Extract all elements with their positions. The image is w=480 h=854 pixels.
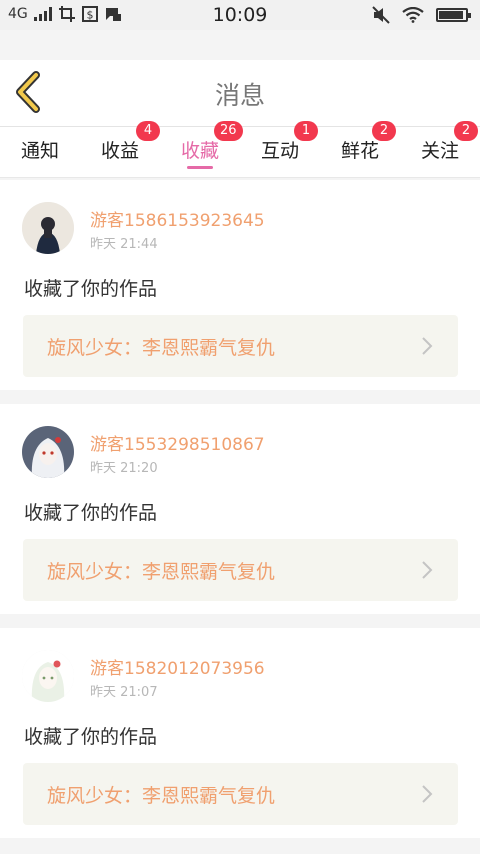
message-text: 收藏了你的作品 <box>24 502 158 524</box>
tab-label: 收益 <box>100 140 139 162</box>
tab-badge: 4 <box>136 121 160 141</box>
message-time: 昨天 21:07 <box>90 685 158 700</box>
tab-earnings[interactable]: 收益 4 <box>80 121 160 177</box>
status-right-icons <box>372 6 471 24</box>
tab-label: 鲜花 <box>340 140 379 162</box>
tab-badge: 2 <box>454 121 478 141</box>
message-card: 游客1586153923645 昨天 21:44 收藏了你的作品 旋风少女：李恩… <box>0 180 480 390</box>
work-title: 旋风少女：李恩熙霸气复仇 <box>47 561 276 583</box>
chevron-right-icon <box>422 785 433 803</box>
message-card: 游客1582012073956 昨天 21:07 收藏了你的作品 旋风少女：李恩… <box>0 628 480 838</box>
chevron-right-icon <box>422 337 433 355</box>
message-text: 收藏了你的作品 <box>24 726 158 748</box>
tab-favorites[interactable]: 收藏 26 <box>160 121 243 177</box>
tab-label: 收藏 <box>180 140 219 162</box>
user-name[interactable]: 游客1586153923645 <box>90 206 265 231</box>
message-text: 收藏了你的作品 <box>24 278 158 300</box>
chevron-right-icon <box>422 561 433 579</box>
tab-badge: 26 <box>214 121 243 141</box>
work-link[interactable]: 旋风少女：李恩熙霸气复仇 <box>23 763 458 825</box>
tab-label: 互动 <box>260 140 299 162</box>
page-title: 消息 <box>214 81 265 110</box>
tab-follow[interactable]: 关注 2 <box>400 121 480 177</box>
work-title: 旋风少女：李恩熙霸气复仇 <box>47 337 276 359</box>
message-card: 游客1553298510867 昨天 21:20 收藏了你的作品 旋风少女：李恩… <box>0 404 480 614</box>
work-link[interactable]: 旋风少女：李恩熙霸气复仇 <box>23 539 458 601</box>
tab-label: 通知 <box>20 140 59 162</box>
avatar[interactable] <box>22 202 74 254</box>
tab-badge: 1 <box>294 121 318 141</box>
app-header: 消息 <box>0 60 480 126</box>
work-title: 旋风少女：李恩熙霸气复仇 <box>47 785 276 807</box>
tab-flowers[interactable]: 鲜花 2 <box>320 121 400 177</box>
user-name[interactable]: 游客1582012073956 <box>90 654 265 679</box>
wifi-icon <box>402 7 424 23</box>
tab-bar: 通知 收益 4 收藏 26 互动 1 鲜花 2 关注 2 <box>0 121 480 178</box>
tab-notice[interactable]: 通知 <box>0 127 80 177</box>
tab-interaction[interactable]: 互动 1 <box>240 121 320 177</box>
battery-icon <box>436 8 471 22</box>
avatar[interactable] <box>22 426 74 478</box>
message-time: 昨天 21:20 <box>90 461 158 476</box>
status-bar: 4G $ 10:09 <box>0 0 480 30</box>
user-name[interactable]: 游客1553298510867 <box>90 430 265 455</box>
avatar[interactable] <box>22 650 74 702</box>
tab-label: 关注 <box>420 140 459 162</box>
message-time: 昨天 21:44 <box>90 237 158 252</box>
work-link[interactable]: 旋风少女：李恩熙霸气复仇 <box>23 315 458 377</box>
mute-icon <box>372 6 390 24</box>
active-tab-indicator <box>187 166 213 169</box>
tab-badge: 2 <box>372 121 396 141</box>
